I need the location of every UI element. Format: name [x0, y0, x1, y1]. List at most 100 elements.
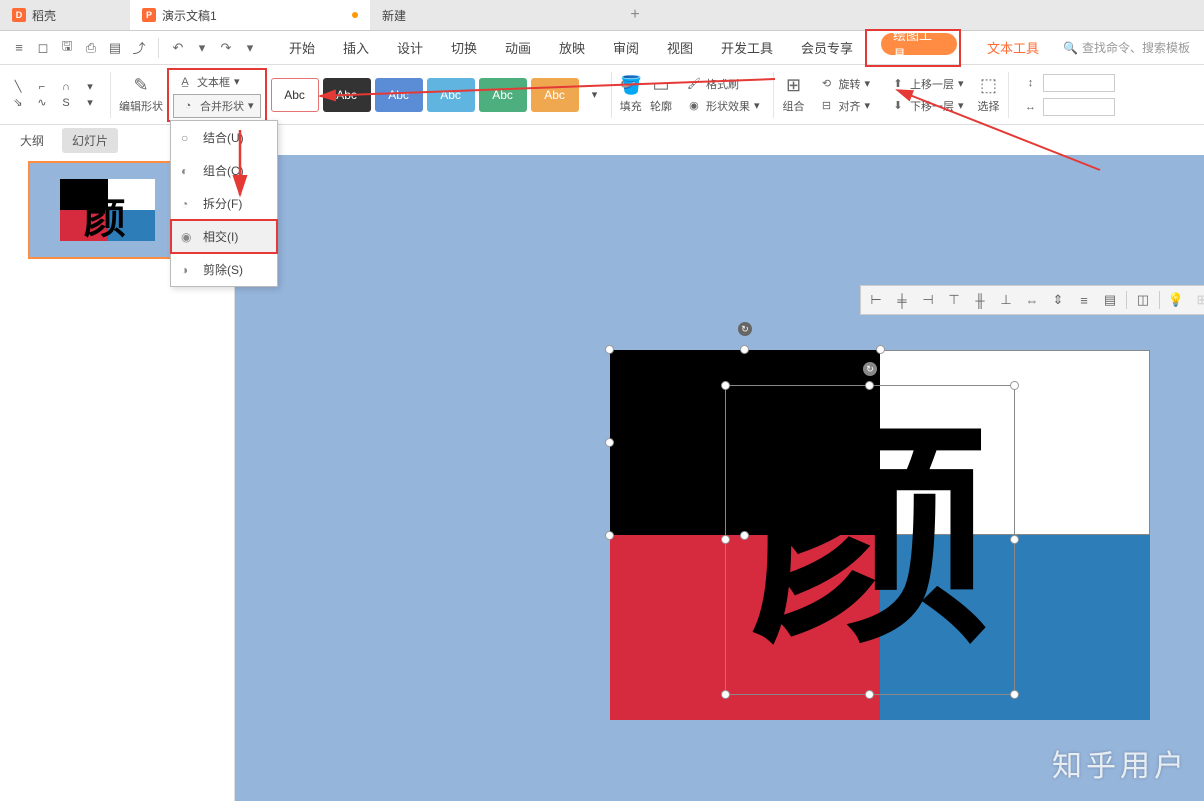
align-middle-v-icon[interactable]: ╫ [968, 289, 992, 311]
rotation-handle[interactable]: ↻ [738, 322, 752, 336]
label: 组合 [782, 98, 804, 114]
distribute-v-icon[interactable]: ⇕ [1046, 289, 1070, 311]
group-button[interactable]: ⊞ 组合 [780, 75, 806, 114]
width-input[interactable]: ↔ [1019, 96, 1119, 118]
rotate-button[interactable]: ⟲ 旋转 ▾ [814, 74, 874, 94]
select-button[interactable]: ⬚ 选择 [976, 75, 1002, 114]
styles-expand-icon[interactable]: ▾ [585, 88, 605, 102]
more-shapes-icon[interactable]: ▾ [80, 80, 100, 94]
menu-start[interactable]: 开始 [275, 31, 329, 65]
handle-ne[interactable] [876, 345, 885, 354]
equal-width-icon[interactable]: ≡ [1072, 289, 1096, 311]
handle-s[interactable] [865, 690, 874, 699]
style-swatch-3[interactable]: Abc [375, 78, 423, 112]
outline-button[interactable]: ▭ 轮廓 [648, 75, 674, 114]
shape-effect-button[interactable]: ◉ 形状效果 ▾ [682, 96, 764, 116]
tab-docer[interactable]: D 稻壳 [0, 0, 130, 30]
slide-thumbnail-1[interactable]: 颜 [28, 161, 188, 259]
menu-combine[interactable]: ◐ 组合(C) [171, 154, 277, 187]
open-icon[interactable]: ◻ [34, 39, 52, 57]
menu-member[interactable]: 会员专享 [787, 31, 867, 65]
label: 下移一层 [910, 98, 954, 114]
view-slides[interactable]: 幻灯片 [62, 128, 118, 153]
menu-transition[interactable]: 切换 [437, 31, 491, 65]
style-swatch-5[interactable]: Abc [479, 78, 527, 112]
menu-design[interactable]: 设计 [383, 31, 437, 65]
style-swatch-2[interactable]: Abc [323, 78, 371, 112]
distribute-h-icon[interactable]: ⇔ [1020, 289, 1044, 311]
more-icon[interactable]: ⊞ [1190, 289, 1204, 311]
handle-n[interactable] [865, 381, 874, 390]
handle-e[interactable] [1010, 535, 1019, 544]
tab-new[interactable]: 新建 [370, 0, 620, 30]
align-left-icon[interactable]: ⊢ [864, 289, 888, 311]
new-tab-button[interactable]: + [620, 0, 650, 30]
fill-button[interactable]: 🪣 填充 [618, 75, 644, 114]
line-shape-icon[interactable]: ╲ [8, 80, 28, 94]
undo-button[interactable]: ↶ [169, 39, 187, 57]
textbox-button[interactable]: A̲ 文本框 ▾ [173, 72, 261, 92]
curve-shape-icon[interactable]: ∩ [56, 80, 76, 94]
expand-shapes-icon[interactable]: ▾ [80, 96, 100, 110]
align-top-icon[interactable]: ⊤ [942, 289, 966, 311]
more-dropdown-icon[interactable]: ▾ [241, 39, 259, 57]
handle-w[interactable] [721, 535, 730, 544]
menu-animation[interactable]: 动画 [491, 31, 545, 65]
export-icon[interactable]: ⤴ [130, 39, 148, 57]
handle-se[interactable] [1010, 690, 1019, 699]
preview-icon[interactable]: ▤ [106, 39, 124, 57]
handle-sw[interactable] [605, 531, 614, 540]
send-backward-button[interactable]: ⬇ 下移一层 ▾ [886, 96, 968, 116]
align-button[interactable]: ⊟ 对齐 ▾ [814, 96, 874, 116]
s-shape-icon[interactable]: S [56, 96, 76, 110]
menu-intersect[interactable]: ◉ 相交(I) [171, 220, 277, 253]
search-box[interactable]: 🔍 查找命令、搜索模板 [1053, 39, 1200, 56]
handle-n[interactable] [740, 345, 749, 354]
menu-subtract[interactable]: ◑ 剪除(S) [171, 253, 277, 286]
qat-menu-icon[interactable]: ≡ [10, 39, 28, 57]
style-swatch-6[interactable]: Abc [531, 78, 579, 112]
menu-review[interactable]: 审阅 [599, 31, 653, 65]
style-swatch-1[interactable]: Abc [271, 78, 319, 112]
slide-canvas[interactable]: ⊢ ╪ ⊣ ⊤ ╫ ⊥ ⇔ ⇕ ≡ ▤ ◫ 💡 ⊞ ↻ [235, 155, 1204, 801]
menu-slideshow[interactable]: 放映 [545, 31, 599, 65]
edit-shape-button[interactable]: ✎ 编辑形状 [117, 75, 165, 114]
merge-shapes-button[interactable]: ◔ 合并形状 ▾ [173, 94, 261, 118]
text-shape[interactable]: 颜 ↻ [725, 385, 1015, 695]
bulb-icon[interactable]: 💡 [1164, 289, 1188, 311]
equal-height-icon[interactable]: ▤ [1098, 289, 1122, 311]
align-right-icon[interactable]: ⊣ [916, 289, 940, 311]
menu-devtools[interactable]: 开发工具 [707, 31, 787, 65]
save-icon[interactable]: 🖫 [58, 39, 76, 57]
arrow-shape-icon[interactable]: ⇘ [8, 96, 28, 110]
label: 格式刷 [706, 76, 739, 92]
match-size-icon[interactable]: ◫ [1131, 289, 1155, 311]
print-icon[interactable]: ⎙ [82, 39, 100, 57]
menu-drawing-tools[interactable]: 绘图工具 [881, 33, 957, 55]
height-input[interactable]: ↕ [1019, 72, 1119, 94]
handle-sw[interactable] [721, 690, 730, 699]
dropdown-icon: ▾ [864, 99, 870, 112]
redo-button[interactable]: ↷ [217, 39, 235, 57]
menu-view[interactable]: 视图 [653, 31, 707, 65]
align-center-h-icon[interactable]: ╪ [890, 289, 914, 311]
handle-nw[interactable] [721, 381, 730, 390]
handle-w[interactable] [605, 438, 614, 447]
handle-nw[interactable] [605, 345, 614, 354]
separator [158, 38, 159, 58]
menu-text-tools[interactable]: 文本工具 [973, 31, 1053, 65]
menu-insert[interactable]: 插入 [329, 31, 383, 65]
undo-dropdown-icon[interactable]: ▾ [193, 39, 211, 57]
menu-fragment[interactable]: ◔ 拆分(F) [171, 187, 277, 220]
style-swatch-4[interactable]: Abc [427, 78, 475, 112]
tab-presentation[interactable]: P 演示文稿1 [130, 0, 370, 30]
zigzag-shape-icon[interactable]: ∿ [32, 96, 52, 110]
connector-shape-icon[interactable]: ⌐ [32, 80, 52, 94]
bring-forward-button[interactable]: ⬆ 上移一层 ▾ [886, 74, 968, 94]
format-painter-button[interactable]: 🖌 格式刷 [682, 74, 764, 94]
handle-ne[interactable] [1010, 381, 1019, 390]
menu-union[interactable]: ○ 结合(U) [171, 121, 277, 154]
rotation-handle[interactable]: ↻ [863, 362, 877, 376]
view-outline[interactable]: 大纲 [10, 128, 54, 153]
align-bottom-icon[interactable]: ⊥ [994, 289, 1018, 311]
